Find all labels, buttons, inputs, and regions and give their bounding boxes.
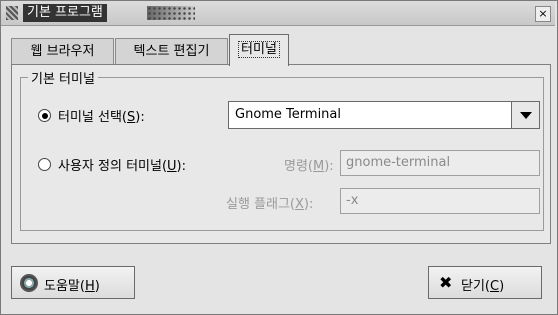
- tab-label: 웹 브라우저: [30, 44, 95, 59]
- select-terminal-label[interactable]: 터미널 선택(S):: [58, 106, 145, 125]
- tab-web-browser[interactable]: 웹 브라우저: [11, 38, 114, 64]
- tab-label: 터미널: [238, 41, 280, 58]
- help-icon: [20, 274, 38, 292]
- exec-flag-field[interactable]: -x: [340, 188, 540, 214]
- help-button[interactable]: 도움말(H): [11, 266, 135, 299]
- tab-text-editor[interactable]: 텍스트 편집기: [115, 38, 228, 64]
- help-button-label: 도움말(H): [44, 279, 100, 294]
- window-title: 기본 프로그램: [23, 4, 107, 22]
- select-terminal-radio[interactable]: [38, 109, 51, 122]
- close-button[interactable]: ✖ 닫기(C): [428, 266, 542, 299]
- tab-terminal[interactable]: 터미널: [229, 34, 289, 66]
- exec-flag-label: 실행 플래그(X):: [226, 197, 314, 212]
- tab-label: 텍스트 편집기: [133, 44, 210, 59]
- close-icon: ✖: [439, 273, 453, 292]
- title-bar[interactable]: 기본 프로그램 ×: [1, 1, 555, 26]
- command-label: 명령(M):: [284, 159, 334, 174]
- window-menu-icon[interactable]: [6, 6, 18, 20]
- close-window-icon[interactable]: ×: [535, 6, 551, 22]
- close-button-label: 닫기(C): [461, 279, 505, 294]
- chevron-down-icon[interactable]: [511, 102, 539, 128]
- terminal-select-value: Gnome Terminal: [235, 107, 341, 122]
- custom-terminal-radio[interactable]: [38, 158, 51, 171]
- custom-terminal-label[interactable]: 사용자 정의 터미널(U):: [58, 155, 186, 174]
- group-label: 기본 터미널: [28, 68, 98, 87]
- title-decoration: [147, 6, 195, 20]
- command-field[interactable]: gnome-terminal: [340, 150, 540, 176]
- terminal-select[interactable]: Gnome Terminal: [228, 101, 540, 129]
